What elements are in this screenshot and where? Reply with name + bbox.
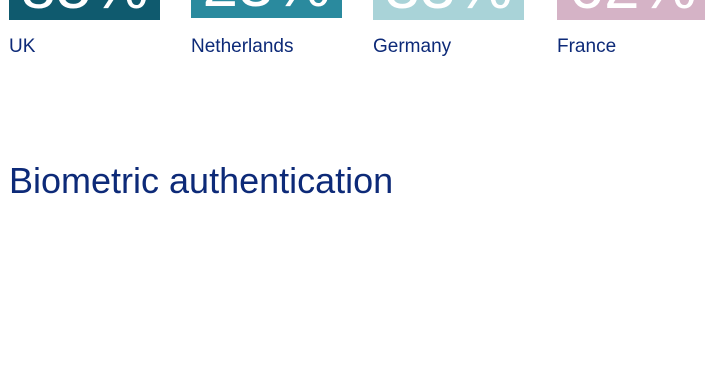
stat-value: 23% <box>191 0 342 16</box>
stat-value: 62% <box>557 0 705 18</box>
country-stats: 85% UK 23% Netherlands 33% Germany 62% F… <box>0 0 705 70</box>
stat-value: 85% <box>9 0 160 18</box>
stat-label: Netherlands <box>191 36 294 57</box>
section-title: Biometric authentication <box>9 160 394 201</box>
stat-label: France <box>557 36 617 57</box>
stat-label: Germany <box>373 36 452 57</box>
stat-value: 33% <box>373 0 524 18</box>
stat-bar-uk: 85% <box>9 0 160 20</box>
stat-bar-france: 62% <box>557 0 705 20</box>
stat-bar-germany: 33% <box>373 0 524 20</box>
stat-bar-netherlands: 23% <box>191 0 342 18</box>
stat-label: UK <box>9 36 36 57</box>
